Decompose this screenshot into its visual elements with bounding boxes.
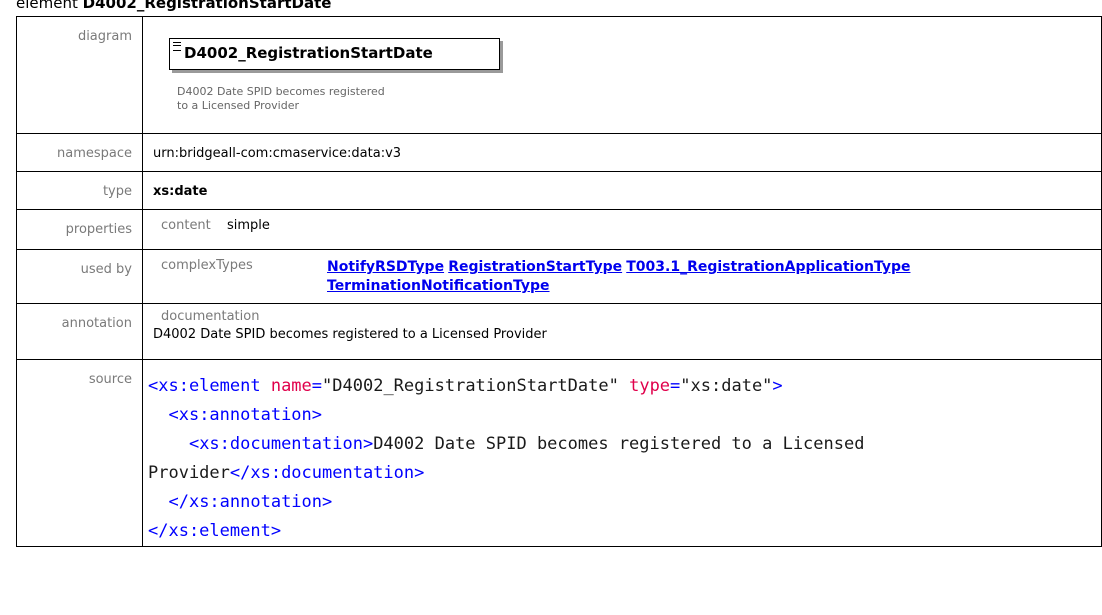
type-value: xs:date <box>153 184 208 199</box>
src-documentation-open: <xs:documentation> <box>188 434 374 454</box>
source-label: source <box>88 372 132 387</box>
src-element-close: </xs:element> <box>148 521 282 541</box>
src-element-open: <xs:element <box>148 376 271 396</box>
used-by-label: used by <box>80 262 132 277</box>
src-annotation-close: </xs:annotation> <box>168 492 333 512</box>
heading-prefix: element <box>16 0 78 12</box>
used-by-complextypes-label: complexTypes <box>161 258 253 273</box>
annotation-label: annotation <box>61 316 132 331</box>
used-by-links: NotifyRSDType RegistrationStartType T003… <box>327 258 910 296</box>
annotation-documentation-text: D4002 Date SPID becomes registered to a … <box>153 327 547 342</box>
diagram-documentation: D4002 Date SPID becomes registered to a … <box>177 85 407 113</box>
src-annotation-open: <xs:annotation> <box>168 405 323 425</box>
element-properties-table: diagram D4002_RegistrationStartDate D400… <box>16 16 1102 547</box>
heading-element-name: D4002_RegistrationStartDate <box>82 0 332 12</box>
namespace-label: namespace <box>56 146 132 161</box>
link-terminationnotificationtype[interactable]: TerminationNotificationType <box>327 278 550 294</box>
properties-content-label: content <box>161 218 211 233</box>
annotation-documentation-label: documentation <box>161 309 260 324</box>
properties-entry: content simple <box>153 210 1101 233</box>
element-diagram: D4002_RegistrationStartDate D4002 Date S… <box>143 17 1101 132</box>
type-row: type xs:date <box>16 171 1102 210</box>
properties-label: properties <box>65 222 132 237</box>
diagram-label: diagram <box>77 29 132 44</box>
namespace-value: urn:bridgeall-com:cmaservice:data:v3 <box>153 146 402 161</box>
src-attr-type: type <box>629 376 671 396</box>
diagram-doc-line-1: D4002 Date SPID becomes registered <box>177 85 385 98</box>
src-attr-name: name <box>270 376 312 396</box>
link-t003-1-registrationapplicationtype[interactable]: T003.1_RegistrationApplicationType <box>626 259 910 275</box>
element-lines-icon <box>173 42 181 51</box>
diagram-doc-line-2: to a Licensed Provider <box>177 99 300 112</box>
source-row: source <xs:element name="D4002_Registrat… <box>16 359 1102 547</box>
src-element-gt: > <box>772 376 783 396</box>
src-documentation-close: </xs:documentation> <box>229 463 425 483</box>
diagram-row: diagram D4002_RegistrationStartDate D400… <box>16 16 1102 134</box>
annotation-row: annotation documentation D4002 Date SPID… <box>16 303 1102 360</box>
used-by-entry: complexTypes NotifyRSDType RegistrationS… <box>153 250 1101 296</box>
src-name-value: "D4002_RegistrationStartDate" <box>322 376 619 396</box>
link-registrationstarttype[interactable]: RegistrationStartType <box>448 259 622 275</box>
link-notifyrsdtype[interactable]: NotifyRSDType <box>327 259 444 275</box>
diagram-element-box[interactable]: D4002_RegistrationStartDate <box>169 38 500 70</box>
used-by-row: used by complexTypes NotifyRSDType Regis… <box>16 249 1102 304</box>
namespace-row: namespace urn:bridgeall-com:cmaservice:d… <box>16 133 1102 172</box>
src-type-value: "xs:date" <box>680 376 773 396</box>
diagram-element-name: D4002_RegistrationStartDate <box>184 44 433 62</box>
type-label: type <box>102 184 132 199</box>
properties-row: properties content simple <box>16 209 1102 250</box>
source-code-block: <xs:element name="D4002_RegistrationStar… <box>148 376 875 541</box>
properties-content-value: simple <box>227 218 270 233</box>
page-heading: element D4002_RegistrationStartDate <box>16 0 331 12</box>
